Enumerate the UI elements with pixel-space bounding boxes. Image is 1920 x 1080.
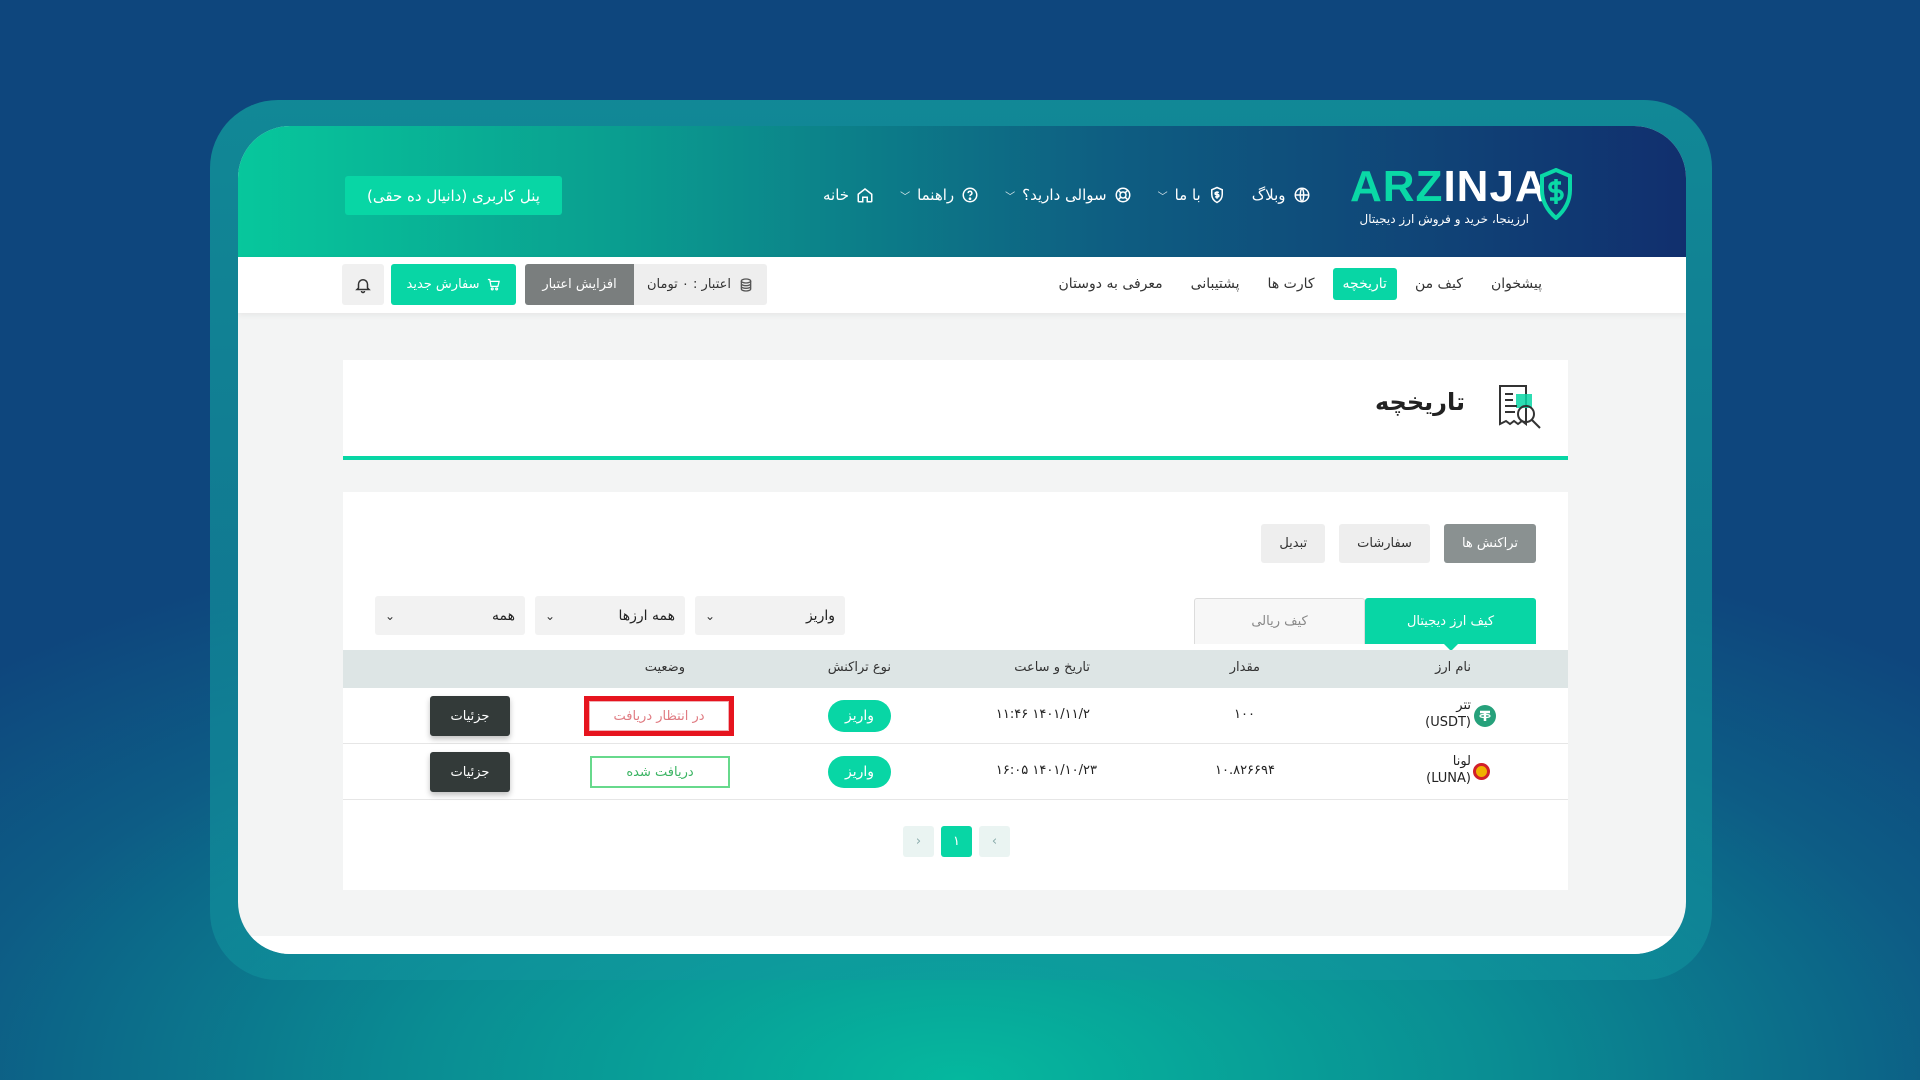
type-filter-select[interactable]: ⌄ واریز	[695, 596, 845, 635]
nav-home-label: خانه	[823, 186, 850, 204]
details-button[interactable]: جزئیات	[430, 696, 510, 736]
nav-questions[interactable]: سوالی دارید؟ ﹀	[1005, 186, 1131, 204]
page-title-card: تاریخچه	[343, 360, 1568, 460]
tab-orders[interactable]: سفارشات	[1339, 524, 1430, 563]
filters: ⌄ همه ⌄ همه ارزها ⌄ واریز	[375, 596, 845, 635]
chevron-down-icon: ⌄	[545, 608, 556, 623]
credit-display: اعتبار : ۰ تومان	[634, 264, 767, 305]
type-badge: واریز	[828, 700, 891, 732]
logo-wordmark: ARZINJA	[1350, 164, 1548, 210]
status-filter-select[interactable]: ⌄ همه	[375, 596, 525, 635]
datetime-cell: ۱۴۰۱/۱۱/۲ ۱۱:۴۶	[995, 707, 1090, 722]
menu-support[interactable]: پشتیبانی	[1181, 268, 1250, 300]
coin-name: لونا (LUNA)	[1426, 753, 1471, 787]
globe-icon	[1294, 187, 1310, 203]
coin-name-fa: لونا	[1452, 754, 1471, 769]
coin-symbol: (LUNA)	[1426, 771, 1471, 786]
type-filter-value: واریز	[805, 607, 835, 624]
tab-rial-wallet[interactable]: کیف ریالی	[1194, 598, 1365, 644]
increase-credit-button[interactable]: افزایش اعتبار	[525, 264, 634, 305]
table-row: تتر (USDT) ۱۰۰ ۱۴۰۱/۱۱/۲ ۱۱:۴۶ واریز در …	[343, 688, 1568, 744]
transactions-card: تراکنش ها سفارشات تبدیل کیف ارز دیجیتال …	[343, 492, 1568, 890]
chevron-down-icon: ﹀	[900, 191, 911, 203]
home-icon	[857, 188, 873, 203]
currency-filter-value: همه ارزها	[618, 607, 676, 624]
coins-icon	[740, 277, 752, 292]
chevron-down-icon: ﹀	[1157, 191, 1168, 203]
status-filter-value: همه	[492, 607, 515, 624]
page-1-button[interactable]: ۱	[941, 826, 972, 857]
dollar-shield-icon	[1210, 186, 1223, 204]
status-badge-received: دریافت شده	[590, 756, 730, 788]
tab-transactions[interactable]: تراکنش ها	[1443, 524, 1536, 563]
nav-about-label: با ما	[1174, 186, 1201, 204]
datetime-cell: ۱۴۰۱/۱۰/۲۳ ۱۶:۰۵	[995, 763, 1097, 778]
col-type: نوع تراکنش	[827, 660, 891, 675]
menu-cards[interactable]: کارت ها	[1258, 268, 1325, 300]
sub-nav-bar: پیشخوان کیف من تاریخچه کارت ها پشتیبانی …	[238, 257, 1686, 313]
logo-text-b: INJA	[1443, 162, 1548, 211]
history-receipt-icon	[1499, 385, 1541, 429]
status-text: در انتظار دریافت	[589, 701, 729, 731]
currency-filter-select[interactable]: ⌄ همه ارزها	[535, 596, 685, 635]
nav-blog-label: وبلاگ	[1251, 186, 1286, 204]
chevron-down-icon: ⌄	[705, 608, 716, 623]
nav-guide[interactable]: راهنما ﹀	[900, 186, 979, 204]
wallet-tabs: کیف ارز دیجیتال کیف ریالی	[1194, 598, 1536, 651]
chevron-down-icon: ﹀	[1005, 191, 1016, 203]
col-name: نام ارز	[1435, 660, 1471, 675]
pagination: › ۱ ‹	[903, 826, 1010, 857]
notifications-button[interactable]	[342, 264, 384, 305]
col-datetime: تاریخ و ساعت	[1014, 660, 1090, 675]
tab-convert[interactable]: تبدیل	[1261, 524, 1326, 563]
coin-name: تتر (USDT)	[1425, 697, 1471, 731]
lifebuoy-icon	[1115, 187, 1131, 203]
col-status: وضعیت	[644, 660, 685, 675]
col-amount: مقدار	[1229, 660, 1260, 675]
nav-home[interactable]: خانه	[823, 186, 874, 204]
logo-shield-icon	[1540, 168, 1572, 220]
nav-questions-label: سوالی دارید؟	[1022, 186, 1107, 204]
app-window: پنل کاربری (دانیال ده حقی) خانه راهنما ﹀…	[238, 126, 1686, 954]
table-header: نام ارز مقدار تاریخ و ساعت نوع تراکنش وض…	[343, 650, 1568, 688]
cart-icon	[487, 278, 500, 291]
new-order-button[interactable]: سفارش جدید	[391, 264, 516, 305]
arzinja-logo[interactable]: ARZINJA ارزینجا، خرید و فروش ارز دیجیتال	[1350, 164, 1580, 234]
tether-icon	[1474, 705, 1496, 727]
table-row: لونا (LUNA) ۱۰.۸۲۶۶۹۴ ۱۴۰۱/۱۰/۲۳ ۱۶:۰۵ و…	[343, 744, 1568, 800]
main-menu: پیشخوان کیف من تاریخچه کارت ها پشتیبانی …	[1049, 268, 1552, 300]
page-title: تاریخچه	[1375, 388, 1465, 416]
credit-label: اعتبار : ۰ تومان	[646, 277, 732, 292]
help-circle-icon	[962, 187, 978, 203]
top-nav: خانه راهنما ﹀ سوالی دارید؟ ﹀ با ما ﹀ وبل…	[823, 176, 1311, 214]
nav-blog[interactable]: وبلاگ	[1252, 186, 1311, 204]
coin-symbol: (USDT)	[1425, 715, 1471, 730]
nav-about[interactable]: با ما ﹀	[1158, 186, 1226, 204]
nav-guide-label: راهنما	[917, 186, 955, 204]
menu-wallet[interactable]: کیف من	[1405, 268, 1473, 300]
amount-cell: ۱۰.۸۲۶۶۹۴	[1215, 763, 1275, 778]
prev-page-button[interactable]: ‹	[979, 826, 1010, 857]
new-order-label: سفارش جدید	[406, 277, 480, 292]
amount-cell: ۱۰۰	[1234, 707, 1255, 722]
details-button[interactable]: جزئیات	[430, 752, 510, 792]
tab-crypto-wallet[interactable]: کیف ارز دیجیتال	[1365, 598, 1536, 651]
coin-name-fa: تتر	[1456, 698, 1471, 713]
bell-icon	[355, 278, 371, 293]
logo-tagline: ارزینجا، خرید و فروش ارز دیجیتال	[1359, 212, 1529, 226]
menu-dashboard[interactable]: پیشخوان	[1481, 268, 1552, 300]
status-badge-pending: در انتظار دریافت	[584, 696, 734, 736]
chevron-down-icon: ⌄	[385, 608, 396, 623]
next-page-button[interactable]: ›	[903, 826, 934, 857]
luna-icon	[1473, 763, 1490, 780]
user-panel-button[interactable]: پنل کاربری (دانیال ده حقی)	[345, 176, 562, 215]
history-tabs: تراکنش ها سفارشات تبدیل	[1261, 524, 1536, 563]
type-badge: واریز	[828, 756, 891, 788]
bottom-strip	[238, 936, 1686, 954]
menu-referral[interactable]: معرفی به دوستان	[1049, 268, 1173, 300]
logo-text-a: ARZ	[1350, 162, 1444, 211]
top-header: پنل کاربری (دانیال ده حقی) خانه راهنما ﹀…	[238, 126, 1686, 257]
menu-history[interactable]: تاریخچه	[1332, 268, 1397, 300]
